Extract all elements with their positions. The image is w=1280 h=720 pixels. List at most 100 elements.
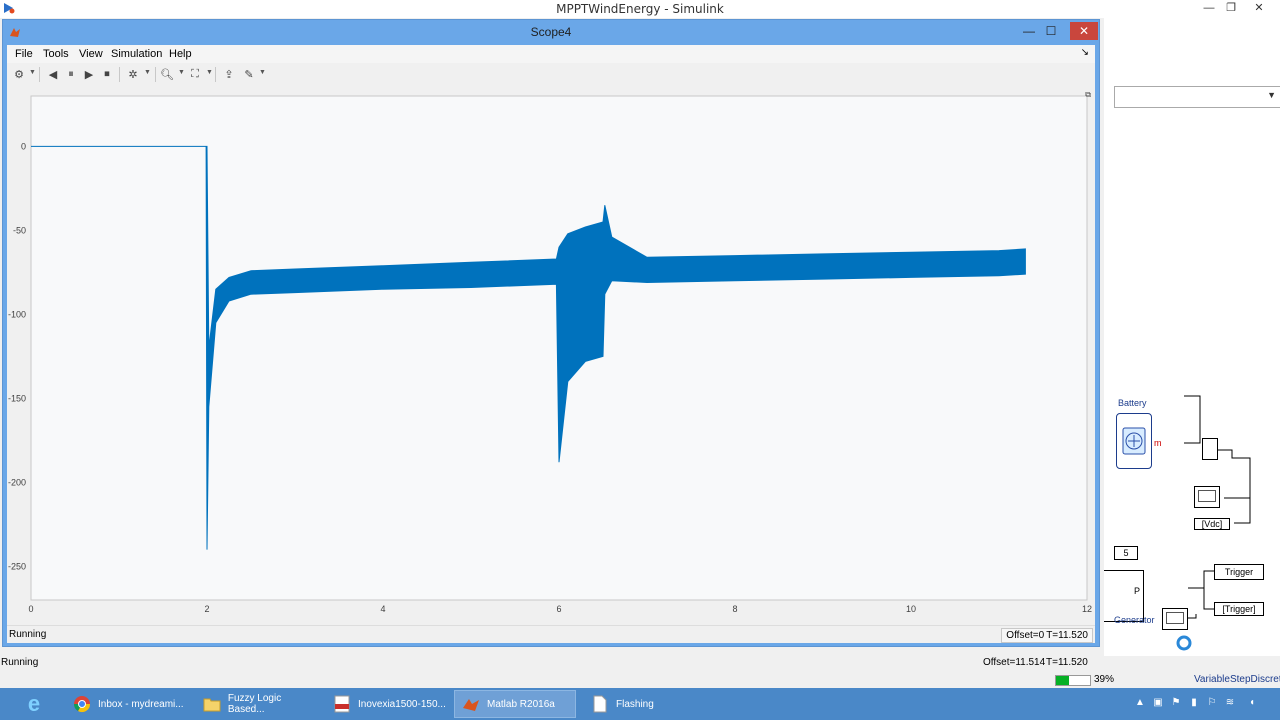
pause-icon[interactable]: ⏸ <box>63 66 79 82</box>
simulation-progress-fill <box>1056 676 1070 685</box>
measurements-dropdown-icon[interactable]: ▼ <box>259 69 266 76</box>
scope-statusbar: Running Offset=0 T=11.520 <box>7 625 1095 643</box>
toolbar-separator <box>215 67 216 82</box>
menu-tools[interactable]: Tools <box>43 48 69 60</box>
taskbar-item-flashing[interactable]: Flashing <box>584 690 708 718</box>
scale-dropdown-icon[interactable]: ▼ <box>206 69 213 76</box>
trigger-goto-block[interactable]: [Trigger] <box>1214 602 1264 616</box>
y-tick-label: -100 <box>8 309 26 319</box>
simulink-close-button[interactable]: ✕ <box>1248 1 1270 17</box>
scope-time: T=11.520 <box>1046 630 1088 641</box>
x-tick-label: 0 <box>28 604 33 614</box>
menu-file[interactable]: File <box>15 48 33 60</box>
y-tick-label: -50 <box>13 225 26 235</box>
triggers-icon[interactable]: ⇪ <box>221 66 237 82</box>
tray-flag-icon[interactable]: ⚐ <box>1206 697 1218 709</box>
simulink-model-canvas[interactable]: Battery m [Vdc] 5 P Generator Trigger [T… <box>1104 18 1280 658</box>
y-tick-label: 0 <box>21 141 26 151</box>
folder-icon <box>202 694 222 714</box>
settings-gear-icon[interactable]: ⚙ <box>11 66 27 82</box>
battery-label: Battery <box>1118 398 1147 408</box>
simulink-wires <box>1176 395 1251 651</box>
taskbar-item-folder[interactable]: Fuzzy Logic Based... <box>196 690 320 718</box>
scope-window-title: Scope4 <box>530 25 572 39</box>
x-tick-label: 8 <box>732 604 737 614</box>
taskbar-item-pdf[interactable]: Inovexia1500-150... <box>326 690 448 718</box>
stop-icon[interactable]: ⏹ <box>99 66 115 82</box>
m-output-label: m <box>1154 438 1162 448</box>
step-back-icon[interactable]: ◀ <box>45 66 61 82</box>
taskbar-ie[interactable]: e <box>18 690 58 718</box>
scope-vdc-block[interactable] <box>1194 486 1220 508</box>
y-tick-label: -250 <box>8 561 26 571</box>
taskbar-label: Inbox - mydreami... <box>98 698 184 710</box>
scope-offset-time: Offset=0 T=11.520 <box>1001 628 1093 643</box>
simulink-restore-button[interactable]: ❐ <box>1220 1 1242 17</box>
y-tick-label: -200 <box>8 477 26 487</box>
chevron-down-icon: ▼ <box>1267 90 1276 100</box>
scope-close-button[interactable]: ✕ <box>1070 22 1098 40</box>
scope-titlebar[interactable]: Scope4 — ☐ ✕ <box>3 20 1099 45</box>
taskbar-label: Flashing <box>616 698 654 710</box>
tray-power-icon[interactable]: ▮ <box>1188 697 1200 709</box>
voltage-sensor-block[interactable] <box>1202 438 1218 460</box>
simulink-minimize-button[interactable]: — <box>1198 1 1220 17</box>
scope-minimize-button[interactable]: — <box>1019 22 1039 40</box>
undock-axes-icon[interactable]: ⧉ <box>1085 90 1091 100</box>
constant-5-block[interactable]: 5 <box>1114 546 1138 560</box>
busy-cursor-icon <box>1176 635 1192 651</box>
trigger-scope-block[interactable] <box>1162 608 1188 630</box>
simulink-titlebar: MPPTWindEnergy - Simulink — ❐ ✕ <box>0 0 1280 18</box>
scope-plot-area[interactable]: 0 -50 -100 -150 -200 -250 0 2 4 6 8 10 12 ⧉ <box>7 88 1095 628</box>
generator-label: Generator <box>1114 615 1155 625</box>
chrome-icon <box>72 694 92 714</box>
x-tick-label: 4 <box>380 604 385 614</box>
scale-axes-icon[interactable]: ⛶ <box>187 66 203 82</box>
menu-simulation[interactable]: Simulation <box>111 48 162 60</box>
simulink-model-combobox[interactable]: ▼ <box>1114 86 1280 108</box>
taskbar-label: Inovexia1500-150... <box>358 698 446 710</box>
dock-arrow-icon[interactable]: ↘ <box>1081 47 1089 58</box>
highlight-dropdown-icon[interactable]: ▼ <box>144 69 151 76</box>
x-axis-ticks: 0 2 4 6 8 10 12 <box>28 604 1092 614</box>
zoom-dropdown-icon[interactable]: ▼ <box>178 69 185 76</box>
internet-explorer-icon: e <box>27 691 41 716</box>
tray-up-arrow-icon[interactable]: ▲ <box>1134 697 1146 709</box>
y-tick-label: -150 <box>8 393 26 403</box>
taskbar-item-chrome[interactable]: Inbox - mydreami... <box>66 690 188 718</box>
toolbar-separator <box>39 67 40 82</box>
tray-security-icon[interactable]: ⚑ <box>1170 697 1182 709</box>
vdc-goto-block[interactable]: [Vdc] <box>1194 518 1230 530</box>
menu-help[interactable]: Help <box>169 48 192 60</box>
tray-volume-icon[interactable]: ◖ <box>1246 697 1258 709</box>
scope-menubar: File Tools View Simulation Help ↘ <box>7 45 1095 63</box>
highlight-block-icon[interactable]: ✲ <box>125 66 141 82</box>
solver-name[interactable]: VariableStepDiscrete <box>1194 674 1280 685</box>
simulation-progress-bar <box>1055 675 1091 686</box>
simulation-progress-text: 39% <box>1094 674 1115 685</box>
pdf-icon <box>332 694 352 714</box>
taskbar-label: Fuzzy Logic Based... <box>227 693 282 715</box>
taskbar-item-matlab[interactable]: Matlab R2016a <box>454 690 576 718</box>
tray-wifi-icon[interactable]: ≋ <box>1224 697 1236 709</box>
port-p-label: P <box>1134 586 1141 596</box>
measurements-icon[interactable]: ✎ <box>241 66 257 82</box>
simulink-statusbar: Running Offset=11.514 T=11.520 <box>0 656 1280 670</box>
y-axis-ticks: 0 -50 -100 -150 -200 -250 <box>8 141 26 571</box>
scope-plot[interactable]: 0 -50 -100 -150 -200 -250 0 2 4 6 8 10 12 <box>7 88 1095 628</box>
windows-taskbar: e Inbox - mydreami... Fuzzy Logic Based.… <box>0 688 1280 720</box>
battery-block[interactable] <box>1116 413 1152 469</box>
taskbar-label: Matlab R2016a <box>487 698 555 710</box>
trigger-block[interactable]: Trigger <box>1214 564 1264 580</box>
toolbar-separator <box>119 67 120 82</box>
tray-network-icon[interactable]: ▣ <box>1152 697 1164 709</box>
step-forward-icon[interactable]: ▶ <box>81 66 97 82</box>
zoom-icon[interactable]: 🔍︎ <box>159 66 175 82</box>
settings-dropdown-icon[interactable]: ▼ <box>29 69 36 76</box>
scope-status-text: Running <box>9 629 47 640</box>
simulink-status-text: Running <box>1 657 39 668</box>
x-tick-label: 2 <box>204 604 209 614</box>
x-tick-label: 6 <box>556 604 561 614</box>
scope-maximize-button[interactable]: ☐ <box>1041 22 1061 40</box>
menu-view[interactable]: View <box>79 48 103 60</box>
